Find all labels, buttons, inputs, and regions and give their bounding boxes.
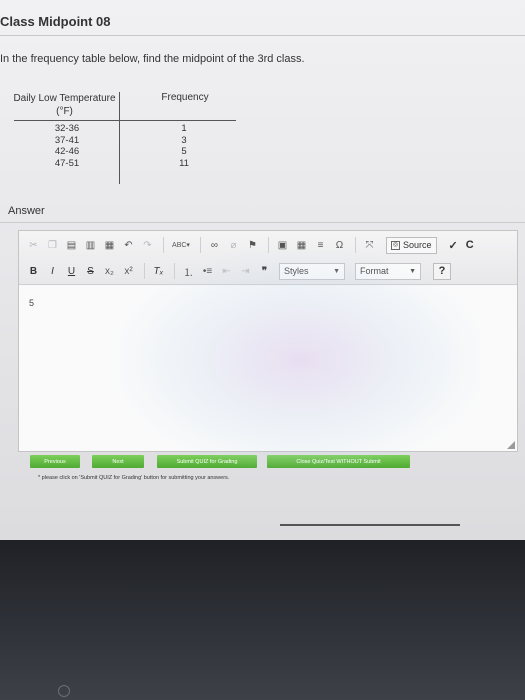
bold-button[interactable]: B <box>25 263 42 280</box>
temperature-column: 32-36 37-41 42-46 47-51 <box>42 123 92 169</box>
title-divider <box>0 35 525 36</box>
table-row-freq: 5 <box>181 146 187 157</box>
redo-icon[interactable]: ↷ <box>139 237 156 254</box>
anchor-icon[interactable]: ⚑ <box>244 237 261 254</box>
source-label: Source <box>403 240 432 250</box>
underline-button[interactable]: U <box>63 263 80 280</box>
maximize-icon[interactable]: ⤧ <box>361 237 378 254</box>
screen-bottom-rule <box>280 524 460 526</box>
c-button[interactable]: C <box>466 239 474 251</box>
close-quiz-button[interactable]: Close Quiz/Test WITHOUT Submit <box>267 455 410 468</box>
answer-value: 5 <box>29 298 35 308</box>
numbered-list-icon[interactable]: ⒈ <box>180 263 197 280</box>
image-icon[interactable]: ▣ <box>274 237 291 254</box>
special-char-icon[interactable]: Ω <box>331 237 348 254</box>
header-temperature: Daily Low Temperature (°F) <box>13 93 116 117</box>
table-row-freq: 11 <box>179 157 189 169</box>
paste-text-icon[interactable]: ▥ <box>82 237 99 254</box>
resize-handle[interactable] <box>507 441 515 449</box>
italic-button[interactable]: I <box>44 263 61 280</box>
header-frequency: Frequency <box>161 92 209 103</box>
indent-icon[interactable]: ⇥ <box>237 263 254 280</box>
copy-icon[interactable]: ❐ <box>44 237 61 254</box>
horizontal-line-icon[interactable]: ≡ <box>312 237 329 254</box>
format-label: Format <box>360 266 389 276</box>
paste-icon[interactable]: ▤ <box>63 237 80 254</box>
next-button[interactable]: Next <box>92 455 144 468</box>
toolbar-separator <box>200 237 201 253</box>
action-buttons: Previous Next Submit QUIZ for Grading Cl… <box>30 455 410 469</box>
table-row-freq: 1 <box>181 123 187 134</box>
toolbar-row-2: B I U S x₂ x² Tₓ ⒈ •≡ ⇤ ⇥ ❞ Styles ▼ For… <box>25 261 451 281</box>
undo-icon[interactable]: ↶ <box>120 237 137 254</box>
cut-icon[interactable]: ✂ <box>25 237 42 254</box>
toolbar-separator <box>355 237 356 253</box>
submit-note: * please click on 'Submit QUIZ for Gradi… <box>38 475 230 481</box>
link-icon[interactable]: ∞ <box>206 237 223 254</box>
outdent-icon[interactable]: ⇤ <box>218 263 235 280</box>
table-column-rule <box>119 92 120 184</box>
laptop-bezel <box>0 540 525 700</box>
source-icon: ◎ <box>391 240 400 250</box>
answer-divider <box>0 222 525 223</box>
question-text: In the frequency table below, find the m… <box>0 53 305 65</box>
superscript-button[interactable]: x² <box>120 263 137 280</box>
help-button[interactable]: ? <box>433 262 451 280</box>
subscript-button[interactable]: x₂ <box>101 263 118 280</box>
laptop-logo-icon <box>58 685 70 697</box>
spellcheck-icon[interactable]: ABC▾ <box>169 237 193 254</box>
styles-label: Styles <box>284 266 309 276</box>
check-button[interactable]: ✓ <box>449 239 458 252</box>
chevron-down-icon: ▼ <box>333 267 340 275</box>
answer-input-area[interactable]: 5 <box>19 286 517 451</box>
previous-button[interactable]: Previous <box>30 455 80 468</box>
rich-text-editor: ✂ ❐ ▤ ▥ ▦ ↶ ↷ ABC▾ ∞ ⌀ ⚑ ▣ ▦ ≡ Ω ⤧ ◎ Sou… <box>18 230 518 452</box>
submit-quiz-button[interactable]: Submit QUIZ for Grading <box>157 455 257 468</box>
toolbar-separator <box>268 237 269 253</box>
page-title: Class Midpoint 08 <box>0 14 111 29</box>
styles-dropdown[interactable]: Styles ▼ <box>279 262 345 280</box>
chevron-down-icon: ▼ <box>409 267 416 275</box>
toolbar-row-1: ✂ ❐ ▤ ▥ ▦ ↶ ↷ ABC▾ ∞ ⌀ ⚑ ▣ ▦ ≡ Ω ⤧ ◎ Sou… <box>25 235 474 255</box>
bulleted-list-icon[interactable]: •≡ <box>199 263 216 280</box>
frequency-column: 1 3 5 11 <box>170 123 198 169</box>
strikethrough-button[interactable]: S <box>82 263 99 280</box>
editor-toolbar: ✂ ❐ ▤ ▥ ▦ ↶ ↷ ABC▾ ∞ ⌀ ⚑ ▣ ▦ ≡ Ω ⤧ ◎ Sou… <box>19 231 517 285</box>
paste-word-icon[interactable]: ▦ <box>101 237 118 254</box>
blockquote-icon[interactable]: ❞ <box>256 263 273 280</box>
toolbar-separator <box>144 263 145 279</box>
table-row-temp: 47-51 <box>54 157 80 169</box>
answer-label: Answer <box>8 205 45 217</box>
table-row-temp: 37-41 <box>54 134 80 146</box>
browser-viewport: Class Midpoint 08 In the frequency table… <box>0 0 525 540</box>
source-button[interactable]: ◎ Source <box>386 236 437 254</box>
table-row-temp: 42-46 <box>54 146 80 157</box>
table-row-temp: 32-36 <box>54 123 80 134</box>
table-row-freq: 3 <box>181 134 187 146</box>
unlink-icon[interactable]: ⌀ <box>225 237 242 254</box>
table-header-rule <box>14 120 236 121</box>
format-dropdown[interactable]: Format ▼ <box>355 262 421 280</box>
remove-format-icon[interactable]: Tₓ <box>150 263 167 280</box>
toolbar-separator <box>174 263 175 279</box>
toolbar-separator <box>163 237 164 253</box>
table-icon[interactable]: ▦ <box>293 237 310 254</box>
